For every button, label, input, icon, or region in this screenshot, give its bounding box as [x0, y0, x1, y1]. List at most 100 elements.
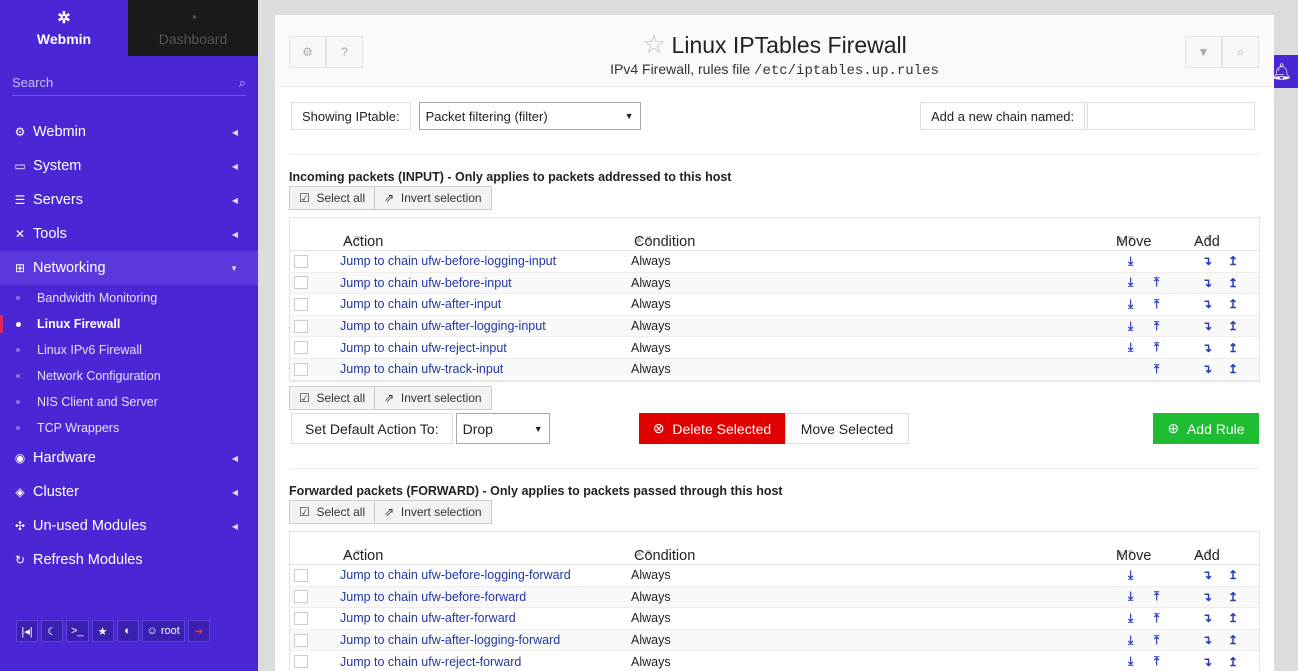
move-down-icon[interactable]: ⤓ [1128, 319, 1133, 334]
sidebar-subitem-tcp-wrappers[interactable]: TCP Wrappers [0, 415, 258, 441]
move-selected-button[interactable]: Move Selected [785, 413, 909, 444]
add-above-icon[interactable]: ↥ [1228, 611, 1238, 625]
sidebar-subitem-bandwidth[interactable]: Bandwidth Monitoring [0, 285, 258, 311]
rule-action-link[interactable]: Jump to chain ufw-before-forward [340, 590, 526, 604]
sidebar-subitem-linux-firewall[interactable]: Linux Firewall [0, 311, 258, 337]
row-checkbox[interactable] [294, 319, 308, 333]
row-checkbox[interactable] [294, 276, 308, 290]
invert-selection-button[interactable]: ⇗ Invert selection [374, 186, 492, 210]
sidebar-item-servers[interactable]: ☰ Servers ◀ [0, 183, 258, 217]
add-above-icon[interactable]: ↥ [1228, 568, 1238, 582]
logout-icon[interactable]: ➜ [187, 620, 210, 642]
move-down-icon[interactable]: ⤓ [1128, 340, 1133, 355]
sidebar-item-system[interactable]: ▭ System ◀ [0, 149, 258, 183]
move-down-icon[interactable]: ⤓ [1128, 568, 1133, 583]
add-below-icon[interactable]: ↴ [1202, 611, 1212, 625]
add-below-icon[interactable]: ↴ [1202, 276, 1212, 290]
rule-action-link[interactable]: Jump to chain ufw-after-forward [340, 611, 516, 625]
star-icon[interactable]: ★ [91, 620, 114, 642]
row-checkbox[interactable] [294, 568, 308, 582]
rule-action-link[interactable]: Jump to chain ufw-before-logging-input [340, 254, 556, 268]
move-up-icon[interactable]: ⤒ [1154, 633, 1159, 648]
sidebar-subitem-ipv6-firewall[interactable]: Linux IPv6 Firewall [0, 337, 258, 363]
row-checkbox[interactable] [294, 297, 308, 311]
rule-action-link[interactable]: Jump to chain ufw-track-input [340, 362, 503, 376]
row-checkbox[interactable] [294, 362, 308, 376]
sidebar-subitem-network-config[interactable]: Network Configuration [0, 363, 258, 389]
dashboard-tab[interactable]: ◔ Dashboard [128, 0, 258, 56]
move-down-icon[interactable]: ⤓ [1128, 611, 1133, 626]
collapse-icon[interactable]: |◂| [16, 620, 38, 642]
add-below-icon[interactable]: ↴ [1202, 568, 1212, 582]
invert-selection-button[interactable]: ⇗ Invert selection [374, 500, 492, 524]
webmin-tab[interactable]: ✲ Webmin [0, 0, 128, 56]
rule-action-link[interactable]: Jump to chain ufw-before-input [340, 276, 512, 290]
favorite-star-icon[interactable]: ☆ [642, 29, 665, 59]
add-above-icon[interactable]: ↥ [1228, 297, 1238, 311]
add-above-icon[interactable]: ↥ [1228, 590, 1238, 604]
sidebar-item-tools[interactable]: ✕ Tools ◀ [0, 217, 258, 251]
user-button[interactable]: ☺ root [141, 620, 185, 642]
search-icon[interactable]: ⌕ [1222, 36, 1259, 68]
move-up-icon[interactable]: ⤒ [1154, 275, 1159, 290]
move-down-icon[interactable]: ⤓ [1128, 633, 1133, 648]
rule-action-link[interactable]: Jump to chain ufw-reject-input [340, 341, 507, 355]
row-checkbox[interactable] [294, 341, 308, 355]
move-up-icon[interactable]: ⤒ [1154, 340, 1159, 355]
add-below-icon[interactable]: ↴ [1202, 341, 1212, 355]
select-all-button[interactable]: ☑ Select all [289, 186, 376, 210]
add-below-icon[interactable]: ↴ [1202, 590, 1212, 604]
rule-action-link[interactable]: Jump to chain ufw-reject-forward [340, 655, 521, 669]
moon-icon[interactable]: ☾ [41, 620, 63, 642]
default-action-select[interactable]: Drop ▼ [455, 413, 550, 444]
sidebar-item-networking[interactable]: ⊞ Networking ▼ [0, 251, 258, 285]
add-above-icon[interactable]: ↥ [1228, 276, 1238, 290]
add-below-icon[interactable]: ↴ [1202, 254, 1212, 268]
row-checkbox[interactable] [294, 590, 308, 604]
add-below-icon[interactable]: ↴ [1202, 319, 1212, 333]
new-chain-input[interactable] [1087, 102, 1256, 130]
move-down-icon[interactable]: ⤓ [1128, 297, 1133, 312]
search-input[interactable]: Search ⌕ [12, 70, 246, 96]
search-icon[interactable]: ⌕ [239, 75, 246, 91]
delete-selected-button[interactable]: ⊗ Delete Selected [639, 413, 785, 444]
add-below-icon[interactable]: ↴ [1202, 362, 1212, 376]
row-checkbox[interactable] [294, 633, 308, 647]
select-all-button[interactable]: ☑ Select all [289, 500, 376, 524]
rule-action-link[interactable]: Jump to chain ufw-after-logging-forward [340, 633, 560, 647]
invert-selection-button[interactable]: ⇗ Invert selection [374, 386, 492, 410]
row-checkbox[interactable] [294, 254, 308, 268]
add-above-icon[interactable]: ↥ [1228, 655, 1238, 669]
select-all-button[interactable]: ☑ Select all [289, 386, 376, 410]
iptable-select[interactable]: Packet filtering (filter) ▼ [418, 102, 641, 130]
move-up-icon[interactable]: ⤒ [1154, 654, 1159, 669]
add-below-icon[interactable]: ↴ [1202, 655, 1212, 669]
rule-action-link[interactable]: Jump to chain ufw-before-logging-forward [340, 568, 571, 582]
add-below-icon[interactable]: ↴ [1202, 297, 1212, 311]
move-down-icon[interactable]: ⤓ [1128, 254, 1133, 269]
row-checkbox[interactable] [294, 655, 308, 669]
move-up-icon[interactable]: ⤒ [1154, 611, 1159, 626]
row-checkbox[interactable] [294, 611, 308, 625]
move-up-icon[interactable]: ⤒ [1154, 297, 1159, 312]
terminal-icon[interactable]: >_ [66, 620, 89, 642]
palette-icon[interactable]: ◐ [116, 620, 139, 642]
add-rule-button[interactable]: ⊕ Add Rule [1153, 413, 1259, 444]
add-above-icon[interactable]: ↥ [1228, 254, 1238, 268]
add-above-icon[interactable]: ↥ [1228, 341, 1238, 355]
sidebar-item-hardware[interactable]: ◉ Hardware ◀ [0, 441, 258, 475]
move-up-icon[interactable]: ⤒ [1154, 319, 1159, 334]
move-down-icon[interactable]: ⤓ [1128, 589, 1133, 604]
move-down-icon[interactable]: ⤓ [1128, 654, 1133, 669]
filter-icon[interactable]: ▼ [1185, 36, 1222, 68]
sidebar-item-unused-modules[interactable]: ✣ Un-used Modules ◀ [0, 509, 258, 543]
sidebar-item-webmin[interactable]: ⚙ Webmin ◀ [0, 115, 258, 149]
add-above-icon[interactable]: ↥ [1228, 362, 1238, 376]
move-up-icon[interactable]: ⤒ [1154, 362, 1159, 377]
add-above-icon[interactable]: ↥ [1228, 633, 1238, 647]
sidebar-subitem-nis[interactable]: NIS Client and Server [0, 389, 258, 415]
add-above-icon[interactable]: ↥ [1228, 319, 1238, 333]
move-down-icon[interactable]: ⤓ [1128, 275, 1133, 290]
rule-action-link[interactable]: Jump to chain ufw-after-logging-input [340, 319, 546, 333]
sidebar-item-refresh-modules[interactable]: ↻ Refresh Modules [0, 543, 258, 577]
